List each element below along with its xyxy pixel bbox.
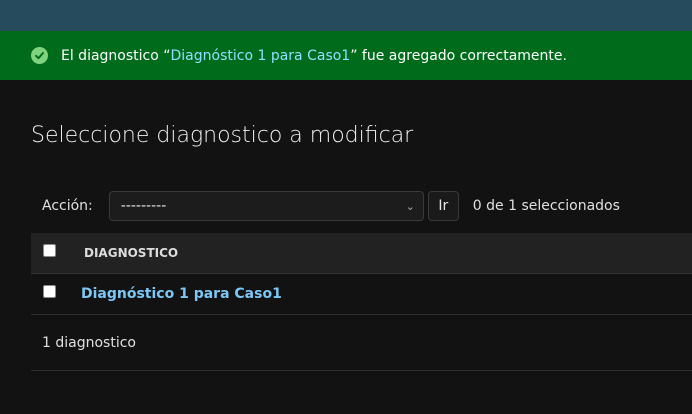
row-link[interactable]: Diagnóstico 1 para Caso1 xyxy=(81,286,282,302)
success-message: El diagnostico “Diagnóstico 1 para Caso1… xyxy=(0,31,692,80)
page-title: Seleccione diagnostico a modificar xyxy=(31,123,414,148)
selection-counter: 0 de 1 seleccionados xyxy=(472,198,620,214)
actions-bar: Acción: --------- ⌄ Ir 0 de 1 selecciona… xyxy=(42,191,620,221)
results-table: DIAGNOSTICO Diagnóstico 1 para Caso1 1 d… xyxy=(31,233,692,371)
check-circle-icon xyxy=(31,47,48,64)
message-suffix: ” fue agregado correctamente. xyxy=(350,47,567,64)
column-header-diagnostico[interactable]: DIAGNOSTICO xyxy=(84,246,178,260)
table-header: DIAGNOSTICO xyxy=(31,233,692,274)
action-label: Acción: xyxy=(42,198,93,214)
chevron-down-icon: ⌄ xyxy=(405,199,415,213)
action-select[interactable]: --------- ⌄ xyxy=(108,191,424,221)
message-object-link[interactable]: Diagnóstico 1 para Caso1 xyxy=(171,48,351,64)
table-row: Diagnóstico 1 para Caso1 xyxy=(31,274,692,315)
top-header-bar xyxy=(0,0,692,31)
action-select-value: --------- xyxy=(120,198,167,214)
select-all-checkbox[interactable] xyxy=(43,243,56,257)
message-prefix: El diagnostico “ xyxy=(61,47,171,64)
paginator: 1 diagnostico xyxy=(31,315,692,371)
go-button[interactable]: Ir xyxy=(427,191,459,221)
row-checkbox[interactable] xyxy=(43,284,56,298)
